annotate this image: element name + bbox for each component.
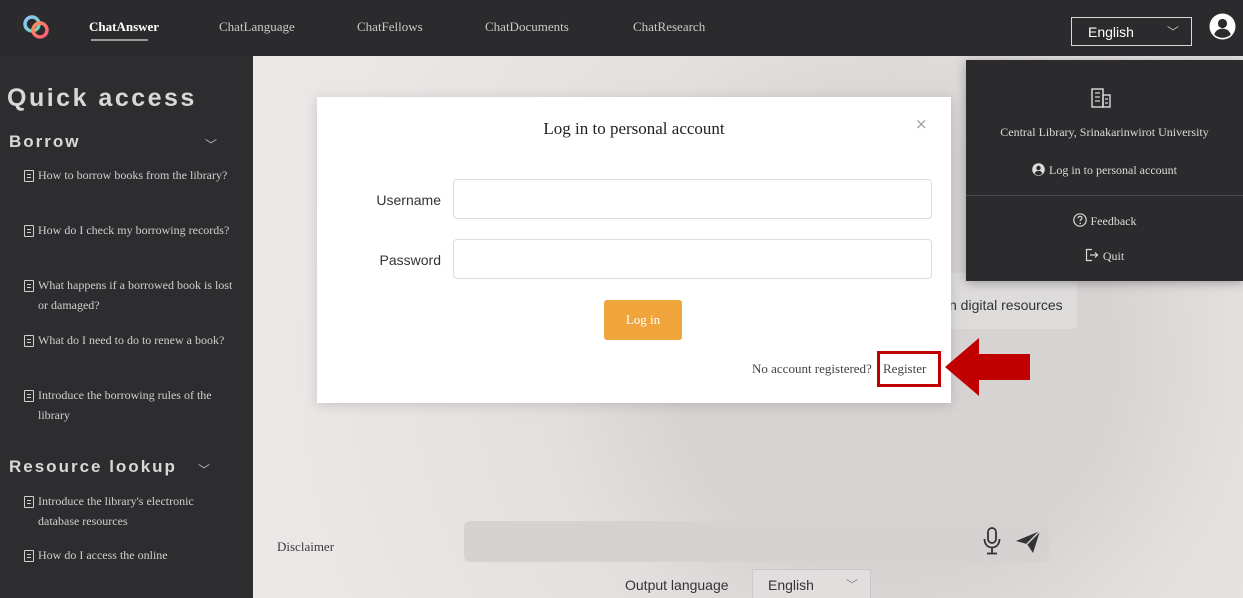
chevron-down-icon: ﹀	[1166, 25, 1179, 39]
menu-item-feedback[interactable]: Feedback	[966, 213, 1243, 229]
sidebar-item-renew-book[interactable]: What do I need to do to renew a book?	[38, 330, 238, 350]
output-language-select[interactable]: English ﹀	[752, 569, 871, 598]
microphone-icon[interactable]	[981, 526, 1003, 556]
user-circle-icon[interactable]	[1209, 13, 1236, 40]
nav-tab-chatanswer[interactable]: ChatAnswer	[89, 19, 159, 35]
sidebar-title: Quick access	[7, 84, 197, 112]
account-dropdown: Central Library, Srinakarinwirot Univers…	[966, 60, 1243, 281]
nav-tab-chatfellows[interactable]: ChatFellows	[357, 19, 423, 35]
document-icon	[24, 390, 34, 402]
username-label: Username	[376, 192, 441, 208]
document-icon	[24, 170, 34, 182]
nav-tab-chatlanguage[interactable]: ChatLanguage	[219, 19, 295, 35]
logo-icon[interactable]	[22, 13, 50, 41]
sidebar-item-borrowing-records[interactable]: How do I check my borrowing records?	[38, 220, 238, 240]
output-language-value: English	[768, 577, 814, 593]
document-icon	[24, 225, 34, 237]
password-label: Password	[379, 252, 441, 268]
quick-access-sidebar: Quick access Borrow ﹀ How to borrow book…	[0, 56, 253, 598]
library-name: Central Library, Srinakarinwirot Univers…	[1000, 125, 1209, 139]
nav-tab-chatresearch[interactable]: ChatResearch	[633, 19, 705, 35]
output-language-label: Output language	[625, 577, 729, 593]
document-icon	[24, 280, 34, 292]
active-tab-indicator	[91, 39, 148, 41]
disclaimer-link[interactable]: Disclaimer	[277, 539, 334, 555]
login-modal: Log in to personal account × Username Pa…	[317, 97, 951, 403]
username-input[interactable]	[453, 179, 932, 219]
document-icon	[24, 335, 34, 347]
chat-input[interactable]	[464, 521, 1049, 562]
chevron-down-icon[interactable]: ﹀	[198, 461, 210, 478]
top-navigation-bar: ChatAnswer ChatLanguage ChatFellows Chat…	[0, 0, 1243, 56]
sidebar-item-electronic-databases[interactable]: Introduce the library's electronic datab…	[38, 491, 238, 531]
sidebar-item-access-online[interactable]: How do I access the online	[38, 545, 238, 565]
menu-item-login-label: Log in to personal account	[1049, 163, 1177, 177]
document-icon	[24, 496, 34, 508]
menu-item-feedback-label: Feedback	[1090, 214, 1137, 228]
document-icon	[24, 550, 34, 562]
sidebar-item-borrowing-rules[interactable]: Introduce the borrowing rules of the lib…	[38, 385, 238, 425]
dropdown-divider	[966, 195, 1243, 196]
help-circle-icon	[1072, 213, 1087, 227]
building-icon	[1091, 88, 1111, 108]
chevron-down-icon[interactable]: ﹀	[205, 136, 217, 153]
menu-item-login[interactable]: Log in to personal account	[966, 163, 1243, 178]
suggestion-chip[interactable]: n digital resources	[949, 273, 1077, 329]
chevron-down-icon: ﹀	[845, 578, 858, 592]
section-resource-lookup[interactable]: Resource lookup	[9, 457, 177, 477]
sidebar-item-lost-damaged[interactable]: What happens if a borrowed book is lost …	[38, 275, 238, 315]
modal-title: Log in to personal account	[543, 119, 725, 138]
arrow-left-icon	[945, 338, 1030, 396]
sidebar-item-borrow-books[interactable]: How to borrow books from the library?	[38, 165, 238, 185]
logout-icon	[1085, 248, 1099, 262]
register-highlight-box	[877, 351, 941, 387]
login-button[interactable]: Log in	[604, 300, 682, 340]
close-icon[interactable]: ×	[915, 115, 928, 133]
password-input[interactable]	[453, 239, 932, 279]
menu-item-quit-label: Quit	[1102, 249, 1125, 263]
no-account-text: No account registered?	[752, 361, 872, 376]
language-select[interactable]: English ﹀	[1071, 17, 1192, 46]
language-select-value: English	[1088, 24, 1134, 40]
nav-tab-chatdocuments[interactable]: ChatDocuments	[485, 19, 569, 35]
send-icon[interactable]	[1015, 530, 1041, 554]
user-circle-icon	[1032, 163, 1045, 176]
menu-item-quit[interactable]: Quit	[966, 248, 1243, 264]
section-borrow[interactable]: Borrow	[9, 132, 81, 152]
